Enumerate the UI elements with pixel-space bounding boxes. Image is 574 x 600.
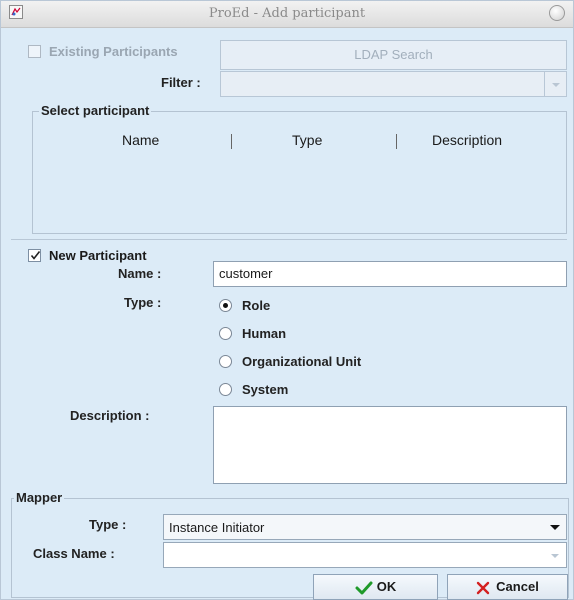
add-participant-dialog: ProEd - Add participant Existing Partici… bbox=[0, 0, 574, 600]
title-bar[interactable]: ProEd - Add participant bbox=[1, 1, 573, 28]
chevron-down-icon[interactable] bbox=[544, 515, 566, 539]
type-system-radio[interactable] bbox=[219, 383, 232, 396]
mapper-type-dropdown[interactable]: Instance Initiator bbox=[163, 514, 567, 540]
filter-dropdown[interactable] bbox=[220, 71, 567, 97]
chevron-down-icon[interactable] bbox=[544, 72, 566, 96]
ldap-search-button[interactable]: LDAP Search bbox=[220, 40, 567, 70]
description-field[interactable] bbox=[213, 406, 567, 484]
type-organizational-unit-radio[interactable] bbox=[219, 355, 232, 368]
type-human-label[interactable]: Human bbox=[242, 326, 286, 341]
type-role-label[interactable]: Role bbox=[242, 298, 270, 313]
name-label: Name : bbox=[118, 266, 162, 281]
column-header-name[interactable]: Name bbox=[122, 132, 159, 148]
existing-participants-checkbox[interactable] bbox=[28, 45, 41, 58]
mapper-type-value: Instance Initiator bbox=[169, 520, 265, 535]
close-x-icon bbox=[476, 581, 490, 594]
ok-button[interactable]: OK bbox=[313, 574, 438, 600]
radio-selected-dot bbox=[223, 303, 228, 308]
class-name-dropdown[interactable] bbox=[163, 542, 567, 568]
class-name-label: Class Name : bbox=[33, 546, 115, 561]
column-header-type[interactable]: Type bbox=[292, 132, 322, 148]
new-participant-checkbox[interactable] bbox=[28, 249, 41, 262]
select-participant-title: Select participant bbox=[39, 103, 152, 118]
mapper-title: Mapper bbox=[14, 490, 65, 505]
existing-participants-label: Existing Participants bbox=[49, 44, 178, 59]
type-organizational-unit-label[interactable]: Organizational Unit bbox=[242, 354, 361, 369]
window-title: ProEd - Add participant bbox=[208, 6, 366, 21]
section-separator bbox=[11, 239, 567, 240]
filter-label: Filter : bbox=[161, 75, 201, 90]
participant-list[interactable] bbox=[37, 156, 562, 228]
column-header-description[interactable]: Description bbox=[432, 132, 502, 148]
chevron-down-icon[interactable] bbox=[544, 543, 566, 567]
close-icon[interactable] bbox=[549, 5, 565, 21]
type-label: Type : bbox=[124, 295, 162, 310]
type-role-radio[interactable] bbox=[219, 299, 232, 312]
ldap-search-label: LDAP Search bbox=[354, 47, 433, 62]
check-icon bbox=[355, 581, 373, 595]
column-divider bbox=[231, 134, 232, 149]
type-human-radio[interactable] bbox=[219, 327, 232, 340]
select-participant-group: Select participant Name Type Description bbox=[32, 103, 567, 234]
description-label: Description : bbox=[70, 408, 150, 423]
ok-label: OK bbox=[376, 579, 397, 594]
mapper-type-label: Type : bbox=[89, 517, 127, 532]
type-system-label[interactable]: System bbox=[242, 382, 288, 397]
cancel-label: Cancel bbox=[496, 579, 539, 594]
name-field[interactable]: customer bbox=[213, 261, 567, 287]
new-participant-label: New Participant bbox=[49, 248, 147, 263]
cancel-button[interactable]: Cancel bbox=[447, 574, 568, 600]
column-divider bbox=[396, 134, 397, 149]
